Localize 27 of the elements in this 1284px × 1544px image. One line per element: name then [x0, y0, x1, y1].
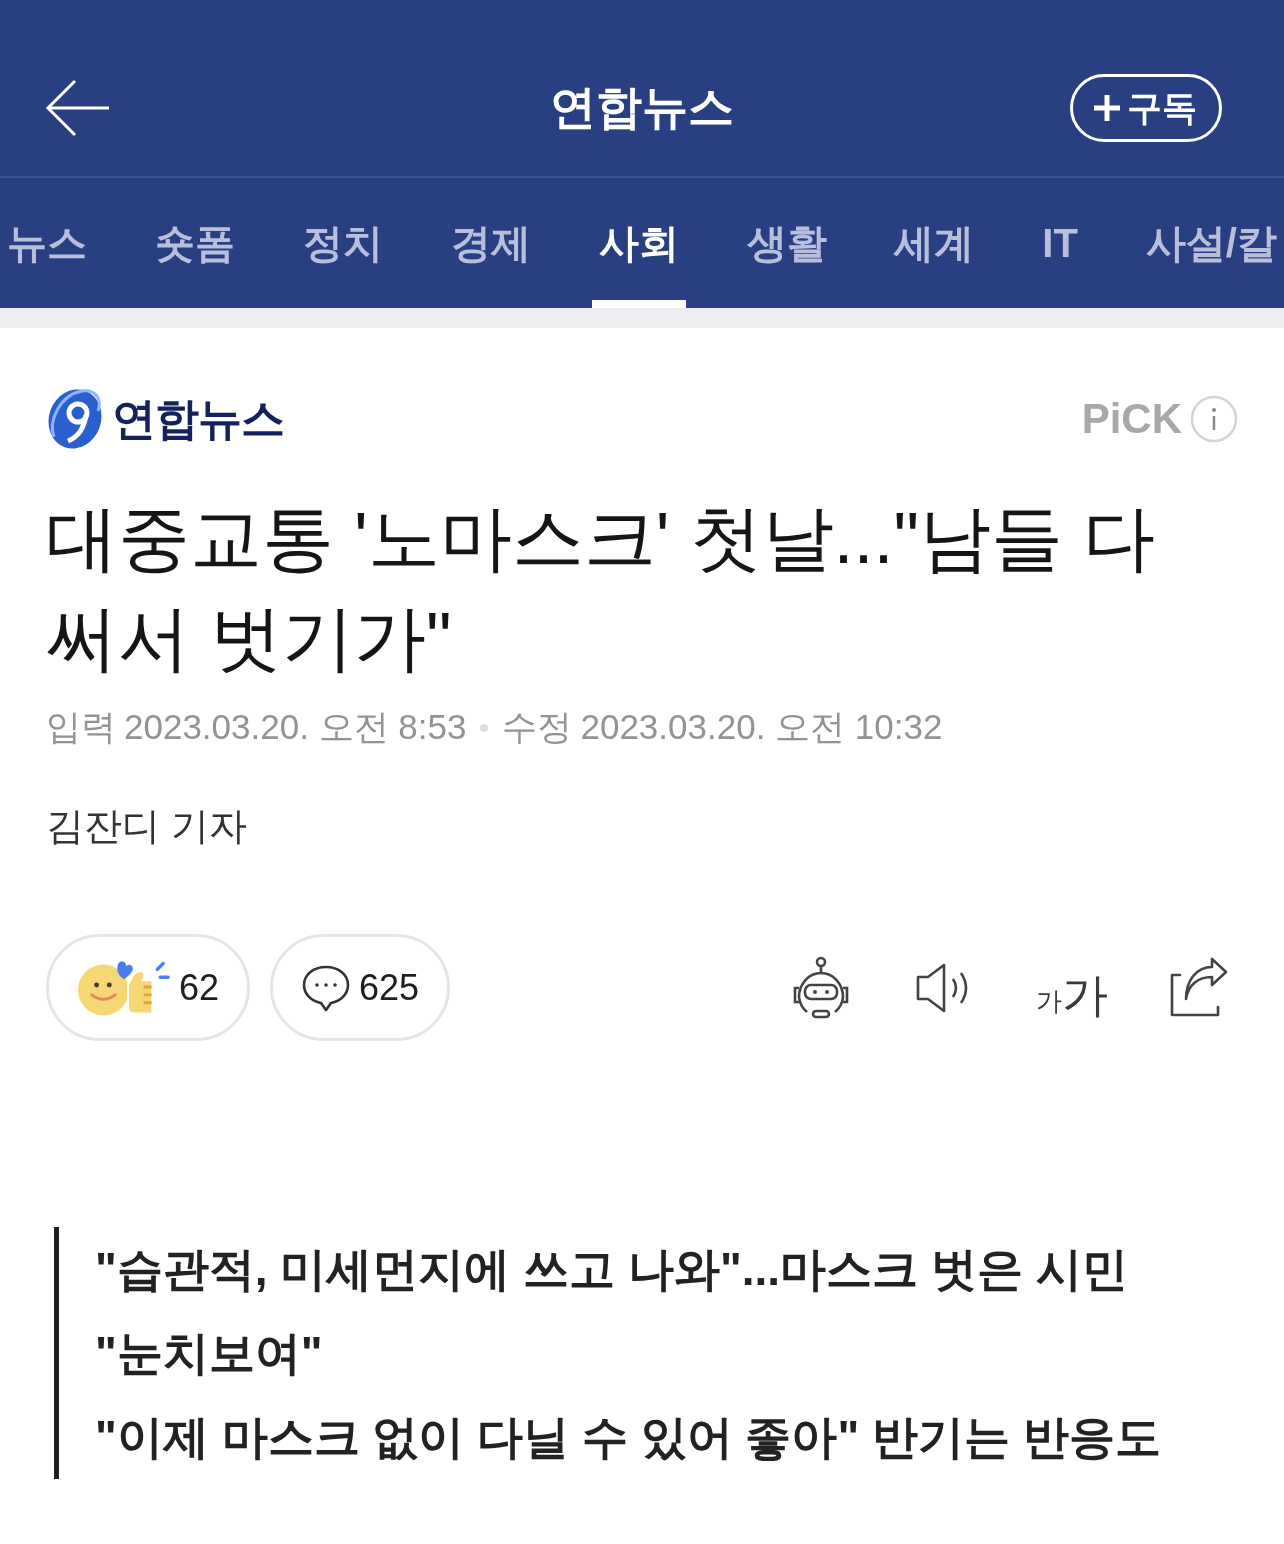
reporter-name: 김잔디 기자 — [46, 804, 247, 849]
back-arrow-icon[interactable] — [45, 79, 111, 137]
reaction-button[interactable]: 62 — [46, 934, 251, 1041]
separator-dot-icon — [480, 723, 489, 732]
category-tab[interactable]: 세계 — [887, 178, 982, 308]
category-tab[interactable]: 경제 — [443, 178, 538, 308]
published-time: 2023.03.20. 오전 8:53 — [124, 706, 467, 748]
comment-button[interactable]: 625 — [270, 934, 451, 1041]
summary-line: "습관적, 미세먼지에 쓰고 나와"...마스크 벗은 시민 "눈치보여" — [95, 1242, 1129, 1381]
published-label: 입력 — [46, 706, 116, 748]
subscribe-button[interactable]: 구독 — [1070, 74, 1222, 142]
page-title: 연합뉴스 — [550, 80, 734, 135]
plus-icon — [1093, 94, 1121, 122]
modified-time: 2023.03.20. 오전 10:32 — [580, 706, 943, 748]
speech-bubble-icon — [301, 963, 352, 1012]
press-name: 연합뉴스 — [112, 392, 284, 445]
category-tab[interactable]: 생활 — [739, 178, 834, 308]
font-size-button[interactable]: 가가 — [1036, 954, 1108, 1021]
pick-label: PiCK — [1081, 395, 1182, 443]
category-tab[interactable]: 사설/칼 — [1138, 178, 1284, 308]
modified-label: 수정 — [502, 706, 573, 748]
category-tab[interactable]: IT — [1035, 178, 1085, 308]
category-tab[interactable]: 뉴스 — [0, 178, 94, 308]
category-tab[interactable]: 정치 — [295, 178, 390, 308]
article-headline: 대중교통 '노마스크' 첫날..."남들 다 써서 벗기가" — [46, 497, 1157, 680]
category-tab[interactable]: 숏폼 — [147, 178, 242, 308]
summary-line: "이제 마스크 없이 다닐 수 있어 좋아" 반기는 반응도 — [95, 1410, 1162, 1465]
